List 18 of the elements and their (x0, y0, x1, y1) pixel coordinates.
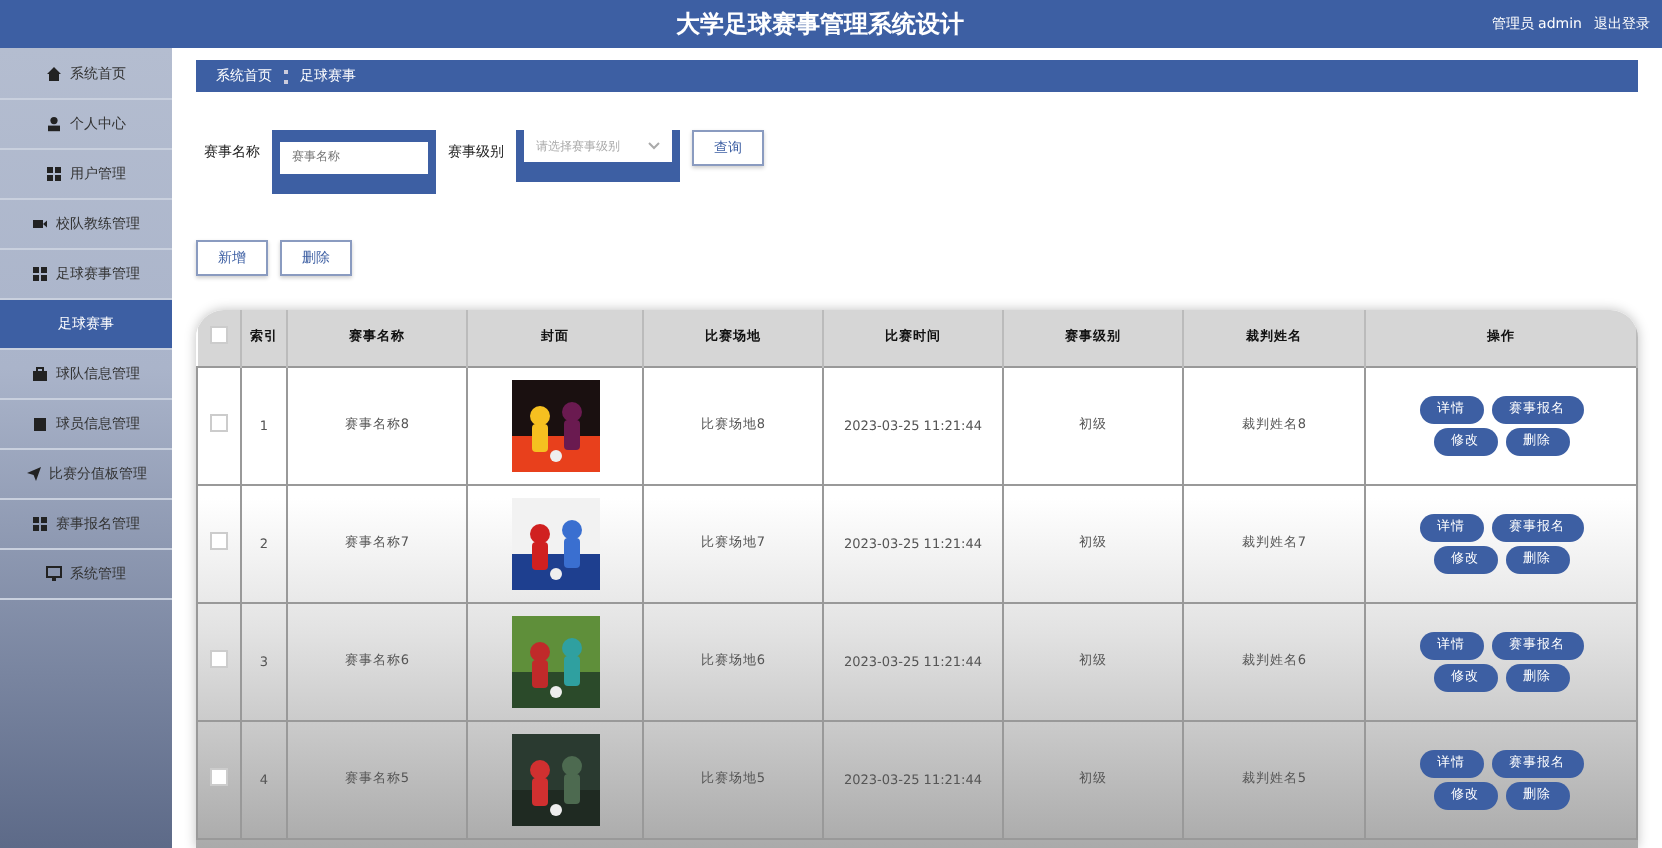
monitor-icon (46, 566, 62, 582)
checkbox[interactable] (210, 414, 228, 432)
clipboard-icon (32, 416, 48, 432)
grid-icon (32, 266, 48, 282)
grid-icon (32, 516, 48, 532)
separator-icon (284, 69, 288, 83)
checkbox[interactable] (209, 326, 228, 344)
checkbox[interactable] (210, 650, 228, 668)
video-icon (32, 216, 48, 232)
chevron-icon (648, 142, 660, 150)
briefcase-icon (32, 366, 48, 382)
send-icon (25, 466, 41, 482)
checkbox[interactable] (210, 532, 228, 550)
home-icon (46, 66, 62, 82)
grid-icon (46, 166, 62, 182)
user-icon (46, 116, 62, 132)
app-title: 大学足球赛事管理系统设计 (673, 7, 966, 41)
checkbox[interactable] (210, 768, 228, 786)
